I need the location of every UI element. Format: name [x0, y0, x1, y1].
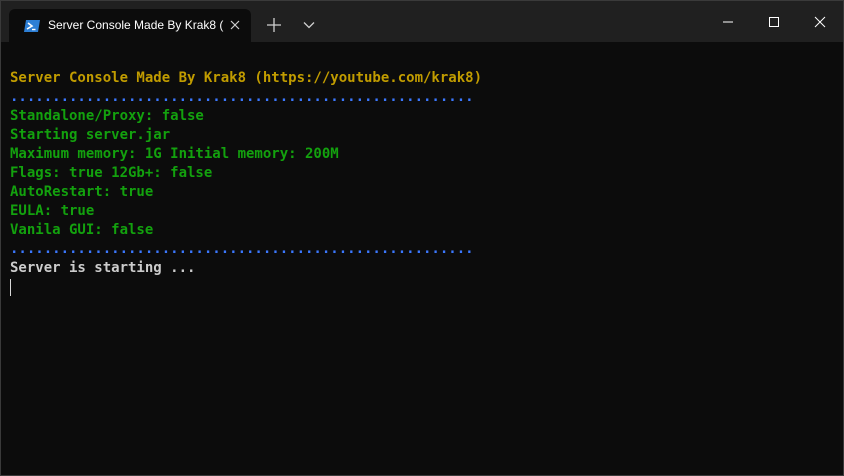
memory-line: Maximum memory: 1G Initial memory: 200M: [10, 146, 339, 162]
terminal-window: Server Console Made By Krak8 (Server Co…: [0, 0, 844, 476]
flags-line: Flags: true 12Gb+: false: [10, 165, 213, 181]
plus-icon: [267, 18, 281, 32]
title-bar: Server Console Made By Krak8 (: [1, 1, 843, 42]
starting-line: Starting server.jar: [10, 127, 171, 143]
tab-dropdown-button[interactable]: [299, 15, 319, 35]
status-line: Server is starting ...: [10, 260, 196, 276]
close-icon: [814, 16, 826, 28]
close-button[interactable]: [797, 1, 843, 42]
eula-line: EULA: true: [10, 203, 95, 219]
maximize-button[interactable]: [751, 1, 797, 42]
chevron-down-icon: [303, 22, 315, 29]
vanila-gui-line: Vanila GUI: false: [10, 222, 154, 238]
tab-title: Server Console Made By Krak8 (: [48, 18, 224, 32]
maximize-icon: [769, 17, 779, 27]
powershell-icon: [23, 19, 41, 33]
autorestart-line: AutoRestart: true: [10, 184, 154, 200]
standalone-line: Standalone/Proxy: false: [10, 108, 204, 124]
minimize-button[interactable]: [705, 1, 751, 42]
separator-top: ........................................…: [10, 89, 474, 105]
header-line: Server Console Made By Krak8 (https://yo…: [10, 70, 483, 86]
terminal-output[interactable]: Server Console Made By Krak8 (https://yo…: [1, 42, 843, 475]
text-cursor: [10, 279, 11, 296]
tab-server-console[interactable]: Server Console Made By Krak8 (: [9, 9, 251, 42]
new-tab-button[interactable]: [264, 15, 284, 35]
separator-bottom: ........................................…: [10, 241, 474, 257]
minimize-icon: [723, 21, 733, 23]
tab-close-icon[interactable]: [227, 17, 243, 33]
